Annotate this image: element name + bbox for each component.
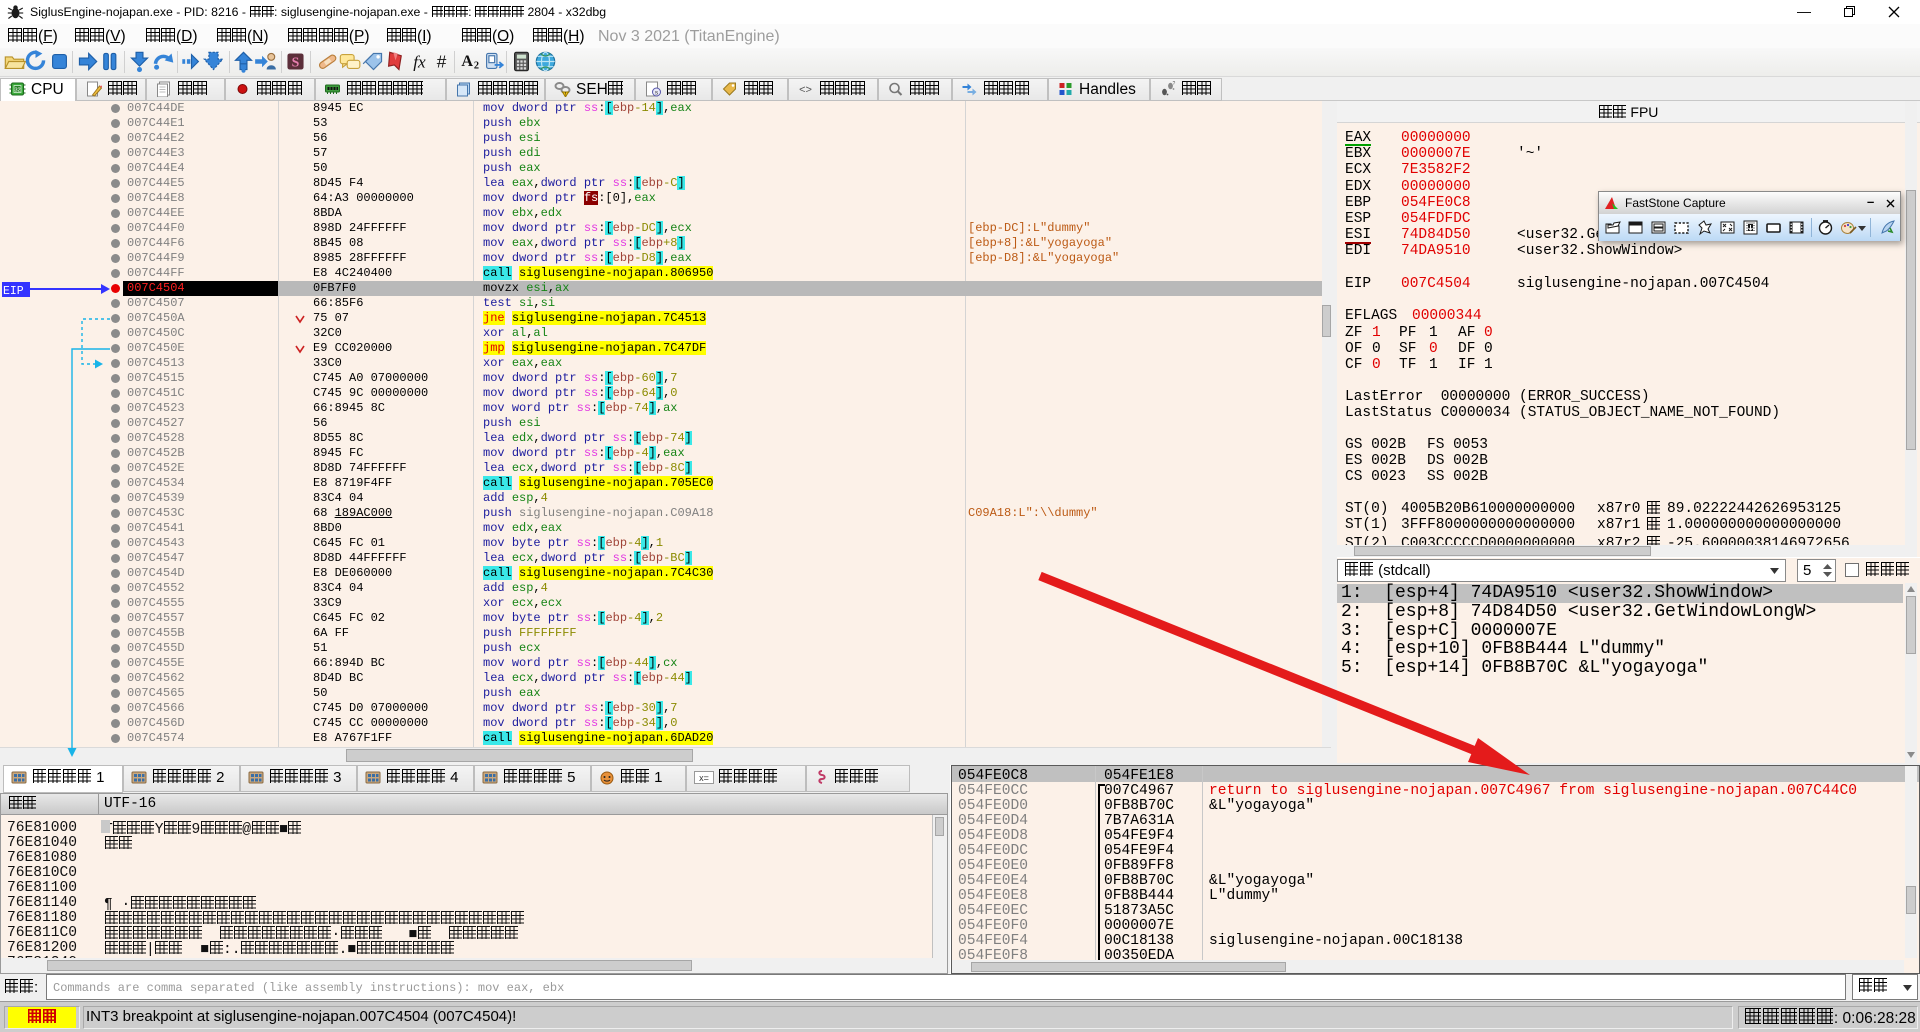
svg-text:fx: fx xyxy=(413,52,426,71)
svg-text:S: S xyxy=(292,55,300,70)
svg-text:EIP: EIP xyxy=(3,285,24,298)
svg-text:<>: <> xyxy=(799,84,812,96)
svg-text:#: # xyxy=(437,51,447,71)
svg-text:!: ! xyxy=(565,92,566,97)
svg-text:x=: x= xyxy=(699,773,709,783)
svg-text:?: ? xyxy=(1173,81,1176,87)
svg-text:A: A xyxy=(461,53,473,70)
svg-text:32: 32 xyxy=(14,88,20,94)
svg-text:2: 2 xyxy=(474,60,479,71)
